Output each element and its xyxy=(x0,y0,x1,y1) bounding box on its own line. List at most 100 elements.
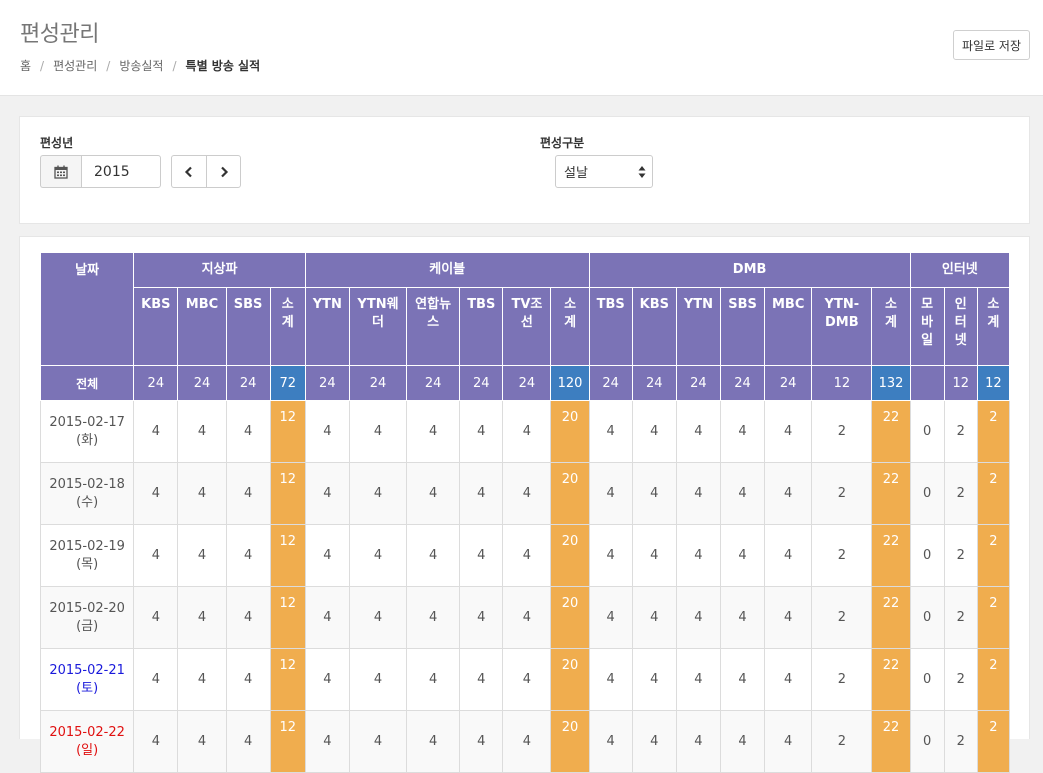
channel-header: YTN xyxy=(675,287,722,366)
subtotal-cell: 20 xyxy=(550,586,590,649)
value-cell: 4 xyxy=(675,400,722,463)
value-cell: 4 xyxy=(588,462,633,525)
value-cell: 4 xyxy=(406,462,461,525)
table-row: 2015-02-19 (목) 4 4 4 12 4 4 4 4 4 20 4 4 4 4 4 2 22 0 2 2 xyxy=(39,524,1011,587)
value-cell: 4 xyxy=(225,400,271,463)
prev-year-button[interactable] xyxy=(171,155,206,188)
channel-header: KBS xyxy=(631,287,677,366)
value-cell: 4 xyxy=(764,462,813,525)
subtotal-cell: 22 xyxy=(871,462,911,525)
channel-header: SBS xyxy=(225,287,271,366)
value-cell: 4 xyxy=(406,524,461,587)
value-cell: 4 xyxy=(225,586,271,649)
group-header: 지상파 xyxy=(133,252,306,288)
chevron-left-icon xyxy=(184,166,192,177)
value-cell: 4 xyxy=(304,586,350,649)
value-cell: 2 xyxy=(811,710,873,773)
channel-header: TBS xyxy=(459,287,504,366)
value-cell: 0 xyxy=(909,400,945,463)
next-year-button[interactable] xyxy=(206,155,241,188)
value-cell: 2 xyxy=(811,462,873,525)
total-row: 전체 24 24 24 72 24 24 24 24 24 120 24 24 24 24 24 12 132 12… xyxy=(39,365,1011,401)
date-text: 2015-02-19 xyxy=(49,538,125,554)
value-cell: 2 xyxy=(943,462,978,525)
value-cell: 4 xyxy=(133,710,179,773)
value-cell: 4 xyxy=(304,524,350,587)
value-cell: 4 xyxy=(675,710,722,773)
value-cell: 4 xyxy=(764,710,813,773)
header-row-channels: KBS MBC SBS 소 계 YTN YTN웨 더 연합뉴 스 TBS TV조 선소 계 TBS… xyxy=(41,287,1011,366)
date-cell: 2015-02-19 (목) xyxy=(39,524,135,587)
date-text: 2015-02-18 xyxy=(49,476,125,492)
channel-header: 소 계 xyxy=(550,287,590,366)
subtotal-cell: 20 xyxy=(550,648,590,711)
table-row: 2015-02-18 (수) 4 4 4 12 4 4 4 4 4 20 4 4 4 4 4 2 22 0 2 2 xyxy=(39,462,1011,525)
total-cell: 24 xyxy=(348,365,408,401)
value-cell: 0 xyxy=(909,710,945,773)
breadcrumb-home[interactable]: 홈 xyxy=(20,59,31,73)
subtotal-cell: 12 xyxy=(269,462,306,525)
value-cell: 4 xyxy=(502,586,552,649)
value-cell: 4 xyxy=(225,462,271,525)
schedule-type-select[interactable]: 설날 xyxy=(555,155,653,188)
value-cell: 4 xyxy=(719,648,766,711)
value-cell: 4 xyxy=(177,400,227,463)
value-cell: 4 xyxy=(225,524,271,587)
value-cell: 4 xyxy=(719,524,766,587)
subtotal-cell: 22 xyxy=(871,710,911,773)
value-cell: 4 xyxy=(764,400,813,463)
breadcrumb-schedule[interactable]: 편성관리 xyxy=(53,59,97,73)
value-cell: 4 xyxy=(588,524,633,587)
weekday-text: (금) xyxy=(76,618,99,634)
channel-header: 소 계 xyxy=(871,287,911,366)
total-cell: 24 xyxy=(675,365,722,401)
value-cell: 4 xyxy=(764,648,813,711)
value-cell: 4 xyxy=(406,400,461,463)
value-cell: 2 xyxy=(811,524,873,587)
schedule-type-value: 설날 xyxy=(564,166,588,181)
value-cell: 4 xyxy=(764,524,813,587)
total-cell: 24 xyxy=(406,365,461,401)
total-cell: 24 xyxy=(631,365,677,401)
value-cell: 2 xyxy=(943,586,978,649)
value-cell: 0 xyxy=(909,648,945,711)
value-cell: 4 xyxy=(304,648,350,711)
total-subtotal-cell: 132 xyxy=(871,365,911,401)
value-cell: 4 xyxy=(631,400,677,463)
channel-header: TV조 선 xyxy=(502,287,552,366)
breadcrumb: 홈 / 편성관리 / 방송실적 / 특별 방송 실적 xyxy=(20,57,260,74)
group-header: 케이블 xyxy=(304,252,590,288)
save-to-file-button[interactable]: 파일로 저장 xyxy=(953,30,1030,60)
value-cell: 4 xyxy=(719,710,766,773)
value-cell: 4 xyxy=(719,586,766,649)
value-cell: 4 xyxy=(459,462,504,525)
date-cell: 2015-02-17 (화) xyxy=(39,400,135,463)
subtotal-cell: 22 xyxy=(871,648,911,711)
date-column-header: 날짜 xyxy=(39,252,135,366)
calendar-icon[interactable] xyxy=(40,155,81,188)
total-cell: 24 xyxy=(719,365,766,401)
year-input[interactable] xyxy=(81,155,161,188)
value-cell: 4 xyxy=(588,400,633,463)
value-cell: 4 xyxy=(133,462,179,525)
subtotal-cell: 12 xyxy=(269,400,306,463)
value-cell: 4 xyxy=(348,462,408,525)
breadcrumb-broadcast-results[interactable]: 방송실적 xyxy=(119,59,163,73)
filter-panel: 편성년 편성구분 설날 xyxy=(19,116,1030,224)
channel-header: MBC xyxy=(764,287,813,366)
page-header: 편성관리 홈 / 편성관리 / 방송실적 / 특별 방송 실적 파일로 저장 xyxy=(0,0,1043,96)
channel-header: 소 계 xyxy=(976,287,1011,366)
value-cell: 4 xyxy=(348,524,408,587)
value-cell: 4 xyxy=(348,586,408,649)
value-cell: 4 xyxy=(631,710,677,773)
value-cell: 4 xyxy=(459,648,504,711)
weekday-text: (화) xyxy=(76,432,99,448)
channel-header: KBS xyxy=(133,287,179,366)
breadcrumb-separator: / xyxy=(106,59,111,73)
subtotal-cell: 12 xyxy=(269,710,306,773)
page-title: 편성관리 xyxy=(20,22,99,47)
value-cell: 4 xyxy=(502,710,552,773)
value-cell: 4 xyxy=(675,586,722,649)
value-cell: 4 xyxy=(459,400,504,463)
breadcrumb-current: 특별 방송 실적 xyxy=(185,59,261,73)
